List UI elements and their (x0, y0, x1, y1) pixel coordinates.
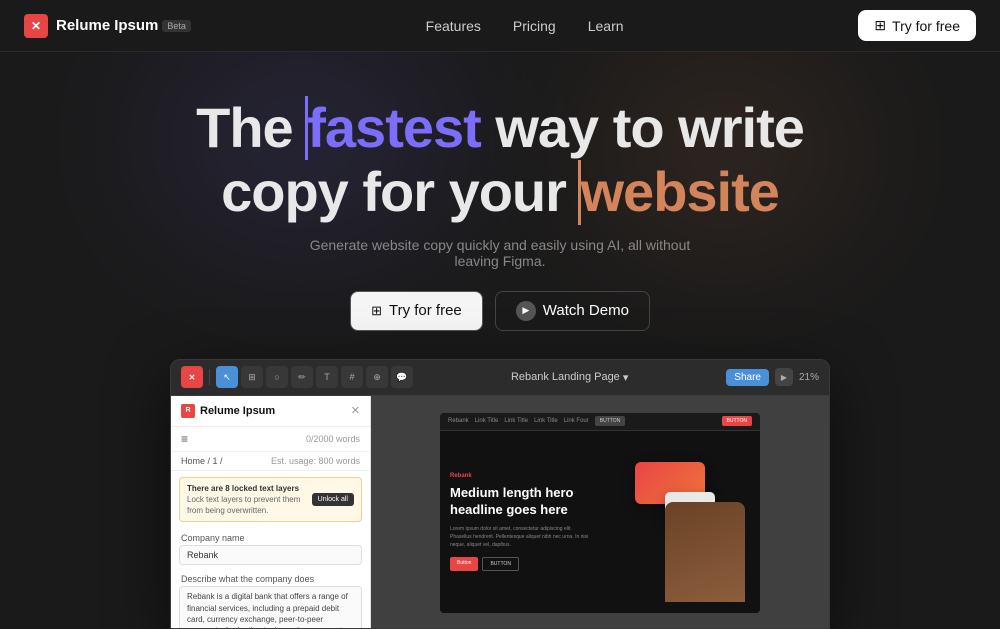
figma-pen-tool[interactable]: ✏ (291, 366, 313, 388)
figma-text-tool[interactable]: T (316, 366, 338, 388)
figma-right: Share ▶ 21% (726, 368, 819, 386)
figma-cursor-tool[interactable]: ↖ (216, 366, 238, 388)
figma-tools: ✕ ↖ ⊞ ○ ✏ T # ⊕ 💬 (181, 366, 413, 388)
desc-label: Describe what the company does (171, 569, 370, 586)
hero-fastest-word: fastest (307, 96, 481, 160)
navbar: ✕ Relume Ipsum Beta Features Pricing Lea… (0, 0, 1000, 52)
site-left: Rebank Medium length hero headline goes … (440, 431, 600, 613)
site-nav-mock: Rebank Link Title Link Title Link Title … (440, 413, 760, 431)
plugin-menu-row: ≡ 0/2000 words (171, 427, 370, 452)
figma-play-button[interactable]: ▶ (775, 368, 793, 386)
figma-canvas: R Relume Ipsum ✕ ≡ 0/2000 words Home / 1… (171, 396, 829, 629)
figma-topbar: ✕ ↖ ⊞ ○ ✏ T # ⊕ 💬 Rebank Landing Page ▾ … (171, 360, 829, 396)
site-mockup: Rebank Link Title Link Title Link Title … (440, 413, 760, 613)
nav-pricing[interactable]: Pricing (499, 12, 570, 40)
plugin-panel: R Relume Ipsum ✕ ≡ 0/2000 words Home / 1… (171, 396, 371, 629)
hero-try-button[interactable]: ⊞ Try for free (350, 291, 483, 331)
company-name-label: Company name (171, 528, 370, 545)
site-headline: Medium length hero headline goes here (450, 485, 590, 519)
site-nav-btn: BUTTON (722, 416, 752, 426)
plugin-breadcrumb: Home / 1 / Est. usage: 800 words (171, 452, 370, 471)
plugin-close-button[interactable]: ✕ (351, 404, 360, 417)
figma-comment-tool[interactable]: 💬 (391, 366, 413, 388)
figma-icon-btn: ⊞ (371, 303, 382, 319)
hero-buttons: ⊞ Try for free ▶ Watch Demo (350, 291, 650, 331)
nav-learn[interactable]: Learn (574, 12, 638, 40)
figma-frame-tool[interactable]: ⊞ (241, 366, 263, 388)
hero-section: The fastest way to write copy for your w… (0, 52, 1000, 331)
figma-page-name[interactable]: Rebank Landing Page ▾ (511, 371, 628, 384)
site-nav-3: Link Title (534, 418, 558, 424)
site-cta2: BUTTON (482, 557, 518, 571)
nav-features[interactable]: Features (412, 12, 495, 40)
company-desc-textarea[interactable]: Rebank is a digital bank that offers a r… (179, 586, 362, 628)
logo-brand: Relume (56, 17, 110, 34)
plugin-logo-icon: R (181, 404, 195, 418)
logo-ipsum: Ipsum (114, 17, 158, 34)
figma-resource-tool[interactable]: ⊕ (366, 366, 388, 388)
site-nav-2: Link Title (504, 418, 528, 424)
unlock-all-button[interactable]: Unlock all (312, 493, 354, 506)
plugin-locked-text: There are 8 locked text layers Lock text… (187, 483, 308, 517)
site-brand: Rebank (448, 418, 469, 424)
phone-hand-illustration (615, 442, 745, 602)
site-nav-btn2: BUTTON (595, 416, 625, 426)
company-name-input[interactable]: Rebank (179, 545, 362, 565)
hero-title-part3: copy for your (221, 160, 580, 223)
design-canvas: Rebank Link Title Link Title Link Title … (371, 396, 829, 629)
plugin-est-usage: Est. usage: 800 words (271, 456, 360, 466)
hero-title-part1: The (196, 96, 307, 159)
site-btns: Button BUTTON (450, 557, 590, 571)
play-icon: ▶ (516, 301, 536, 321)
logo-icon: ✕ (24, 14, 48, 38)
site-body: Lorem ipsum dolor sit amet, consectetur … (450, 525, 590, 549)
site-nav-1: Link Title (475, 418, 499, 424)
hero-watch-demo-button[interactable]: ▶ Watch Demo (495, 291, 650, 331)
plugin-breadcrumb-path: Home / 1 / (181, 456, 223, 466)
site-cta1: Button (450, 557, 478, 571)
figma-window: ✕ ↖ ⊞ ○ ✏ T # ⊕ 💬 Rebank Landing Page ▾ … (170, 359, 830, 629)
figma-menu-tool[interactable]: ✕ (181, 366, 203, 388)
beta-badge: Beta (162, 20, 191, 32)
logo-area: ✕ Relume Ipsum Beta (24, 14, 191, 38)
site-nav-4: Link Four (564, 418, 589, 424)
plugin-word-count: 0/2000 words (306, 434, 360, 444)
figma-component-tool[interactable]: # (341, 366, 363, 388)
hero-subtitle: Generate website copy quickly and easily… (290, 237, 710, 269)
plugin-header: R Relume Ipsum ✕ (171, 396, 370, 427)
site-right (600, 431, 760, 613)
tool-separator (209, 369, 210, 385)
hero-title: The fastest way to write copy for your w… (196, 96, 804, 225)
figma-shape-tool[interactable]: ○ (266, 366, 288, 388)
figma-wrapper: ✕ ↖ ⊞ ○ ✏ T # ⊕ 💬 Rebank Landing Page ▾ … (0, 359, 1000, 629)
nav-try-button[interactable]: ⊞ Try for free (858, 10, 976, 41)
nav-links: Features Pricing Learn (412, 12, 638, 40)
plugin-locked-title: There are 8 locked text layers (187, 483, 308, 494)
plugin-title: R Relume Ipsum (181, 404, 275, 418)
logo-text: Relume Ipsum Beta (56, 17, 191, 34)
figma-share-button[interactable]: Share (726, 369, 769, 386)
figma-icon: ⊞ (874, 17, 886, 34)
plugin-locked-desc: Lock text layers to prevent them from be… (187, 495, 300, 515)
figma-zoom-level: 21% (799, 372, 819, 383)
hero-title-part2: way to write (481, 96, 804, 159)
hand-shape (665, 502, 745, 602)
chevron-down-icon: ▾ (623, 371, 629, 384)
site-brand-tag: Rebank (450, 473, 590, 479)
plugin-locked-box: There are 8 locked text layers Lock text… (179, 477, 362, 523)
plugin-menu-icon[interactable]: ≡ (181, 432, 188, 446)
hero-website-word: website (580, 160, 778, 224)
figma-center: Rebank Landing Page ▾ (511, 371, 628, 384)
site-content: Rebank Medium length hero headline goes … (440, 431, 760, 613)
